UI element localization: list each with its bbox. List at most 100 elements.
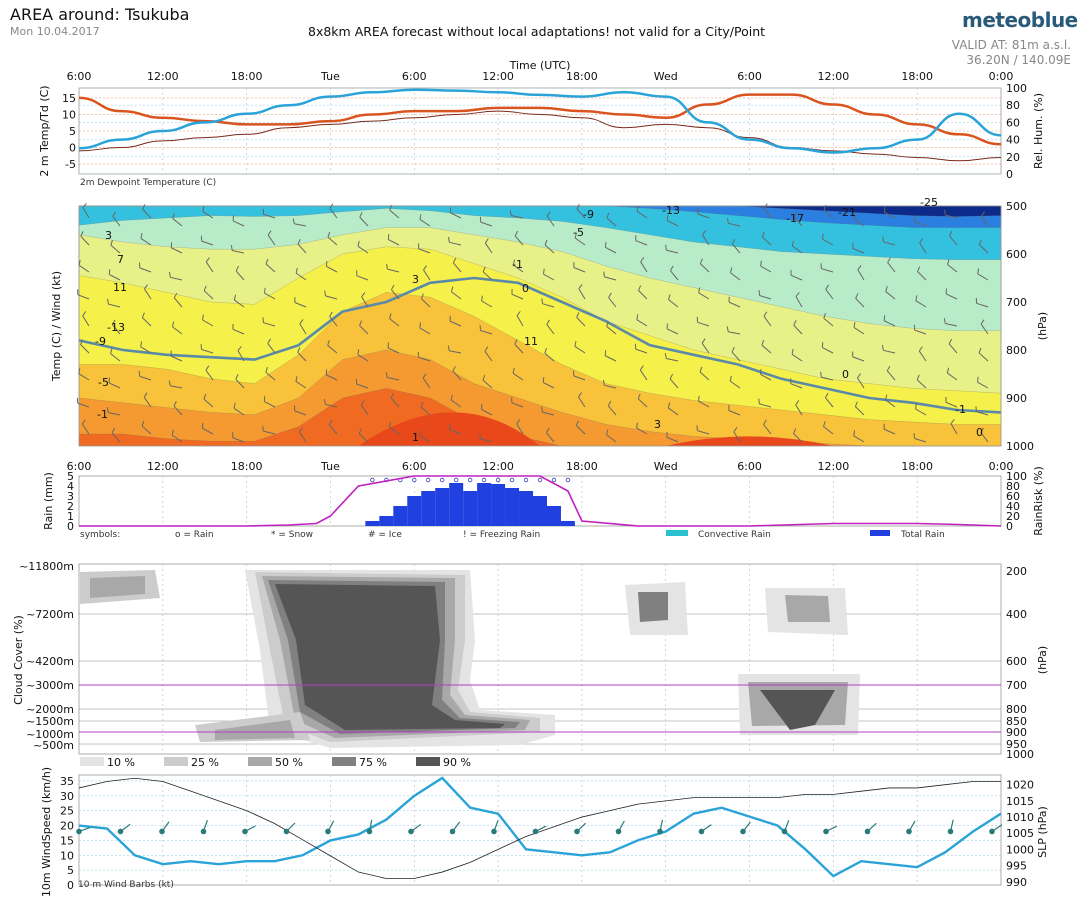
cloud-pressure-tick: 600 (1006, 655, 1027, 668)
hum-ytick: 40 (1006, 134, 1020, 147)
slp-ytick: 1015 (1006, 795, 1034, 808)
rain-ylabel: Rain (mm) (42, 472, 55, 530)
hum-ytick: 60 (1006, 116, 1020, 129)
rain-bar (435, 488, 450, 526)
time-tick-top: 18:00 (231, 70, 263, 83)
hum-ytick: 20 (1006, 151, 1020, 164)
time-tick-mid: 18:00 (231, 460, 263, 473)
profile-pressure-tick: 900 (1006, 392, 1027, 405)
rain-risk-ylabel: RainRisk (%) (1032, 466, 1045, 536)
wind-panel-frame (78, 774, 1002, 886)
rain-bar (449, 483, 464, 526)
cloud-height-tick: ~7200m (26, 608, 74, 621)
cloud-legend-label: 90 % (443, 756, 471, 769)
slp-ytick: 1005 (1006, 827, 1034, 840)
cloud-height-tick: ~4200m (26, 655, 74, 668)
rain-bar (519, 491, 534, 526)
rain-legend-total: Total Rain (900, 530, 945, 540)
cloud-ylabel: Cloud Cover (%) (12, 615, 25, 705)
cloud-legend-label: 75 % (359, 756, 387, 769)
wind-barb-legend: 10 m Wind Barbs (kt) (78, 880, 174, 890)
contour-label: 3 (412, 273, 419, 286)
rain-legend-snow: * = Snow (271, 530, 313, 540)
cloud-legend-label: 50 % (275, 756, 303, 769)
slp-ytick: 1000 (1006, 843, 1034, 856)
time-tick-top: 12:00 (818, 70, 850, 83)
wind-ytick: 10 (60, 849, 74, 862)
contour-label: 3 (654, 418, 661, 431)
slp-ylabel: SLP (hPa) (1036, 806, 1049, 858)
hum-ytick: 0 (1006, 168, 1013, 181)
cloud-height-tick: ~3000m (26, 679, 74, 692)
cloud-pressure-tick: 1000 (1006, 748, 1034, 761)
cloud-right-upper-core (785, 595, 830, 622)
rain-legend-convective: Convective Rain (698, 530, 771, 540)
contour-label: 7 (117, 253, 124, 266)
contour-label: -25 (920, 196, 938, 209)
profile-ylabel: Temp (C) / Wind (kt) (50, 271, 63, 382)
wind-ytick: 35 (60, 775, 74, 788)
slp-ytick: 990 (1006, 876, 1027, 889)
time-tick-mid: Tue (320, 460, 340, 473)
rain-bar (407, 496, 422, 526)
contour-label: -1 (512, 258, 523, 271)
rain-bar (505, 488, 520, 526)
cloud-height-tick: ~500m (33, 739, 74, 752)
temp-ylabel: 2 m Temp/Td (C) (38, 85, 51, 176)
wind-ytick: 20 (60, 820, 74, 833)
rain-legend-ice: # = Ice (368, 530, 402, 540)
contour-label: 11 (524, 335, 538, 348)
temp-ytick: 15 (62, 92, 76, 105)
contour-label: -5 (573, 226, 584, 239)
hum-ylabel: Rel. Hum. (%) (1032, 93, 1045, 169)
time-tick-mid: 12:00 (482, 460, 514, 473)
temp-ytick: -5 (65, 158, 76, 171)
temp-ytick: 10 (62, 108, 76, 121)
hum-ytick: 100 (1006, 82, 1027, 95)
contour-label: -1 (97, 408, 108, 421)
time-tick-top: 6:00 (737, 70, 762, 83)
time-tick-mid: 12:00 (818, 460, 850, 473)
time-tick-mid: 6:00 (737, 460, 762, 473)
time-tick-top: 6:00 (67, 70, 92, 83)
temp-ytick: 0 (69, 142, 76, 155)
meteogram-svg: Time (UTC) 6:00 12:00 18:00 Tue 6:00 12:00 18:0… (12, 59, 1049, 897)
time-tick-top: 6:00 (402, 70, 427, 83)
slp-ytick: 1010 (1006, 811, 1034, 824)
profile-pressure-tick: 500 (1006, 200, 1027, 213)
time-tick-top: 18:00 (901, 70, 933, 83)
slp-ytick: 995 (1006, 860, 1027, 873)
rain-bar (421, 491, 436, 526)
rain-bar (379, 516, 394, 526)
time-axis-title: Time (UTC) (509, 59, 571, 72)
rain-ytick: 0 (67, 520, 74, 533)
profile-pressure-tick: 800 (1006, 344, 1027, 357)
rain-bar (463, 491, 478, 526)
wind-ytick: 5 (67, 864, 74, 877)
time-tick-mid: 6:00 (402, 460, 427, 473)
cloud-legend-swatch (248, 757, 272, 766)
contour-label: -17 (786, 212, 804, 225)
wind-ylabel: 10m WindSpeed (km/h) (40, 767, 53, 897)
cloud-legend-label: 10 % (107, 756, 135, 769)
wind-ytick: 0 (67, 879, 74, 892)
time-tick-top: Tue (320, 70, 340, 83)
cloud-legend-label: 25 % (191, 756, 219, 769)
convective-swatch (666, 530, 688, 536)
cloud-legend-swatch (80, 757, 104, 766)
contour-label: -13 (107, 321, 125, 334)
rain-bar (393, 506, 408, 526)
cloud-height-tick: ~11800m (19, 560, 74, 573)
contour-label: -1 (955, 403, 966, 416)
time-tick-mid: 12:00 (147, 460, 179, 473)
rain-legend-rain: o = Rain (175, 530, 214, 540)
contour-label: -9 (95, 335, 106, 348)
cloud-height-tick: ~1500m (26, 715, 74, 728)
total-rain-swatch (870, 530, 890, 536)
contour-label: -13 (662, 204, 680, 217)
wind-ytick: 30 (60, 790, 74, 803)
time-tick-mid: 18:00 (901, 460, 933, 473)
time-tick-mid: 18:00 (566, 460, 598, 473)
cloud-pressure-tick: 200 (1006, 565, 1027, 578)
profile-pressure-tick: 1000 (1006, 440, 1034, 453)
